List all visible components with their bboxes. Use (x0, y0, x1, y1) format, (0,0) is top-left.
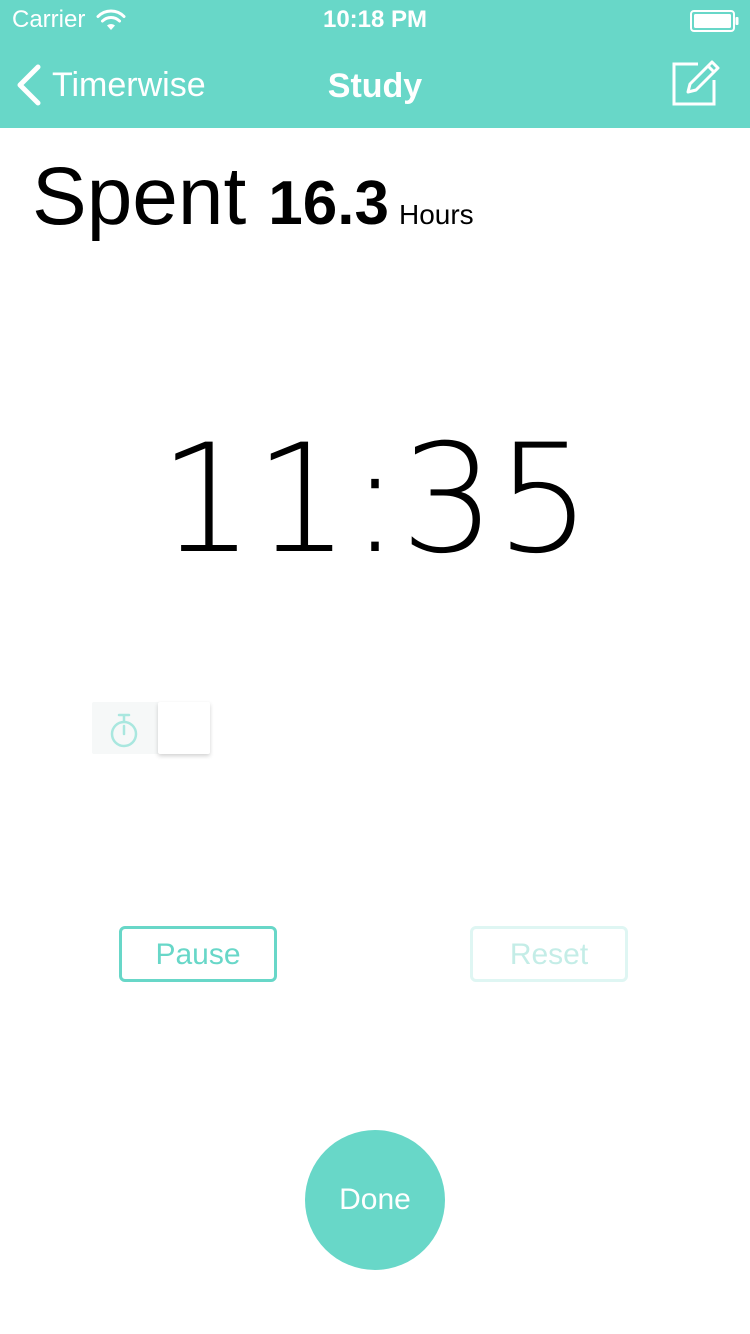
edit-button[interactable] (668, 56, 722, 110)
stopwatch-icon (110, 713, 138, 748)
spent-value: 16.3 (268, 169, 389, 238)
page-title: Study (327, 67, 423, 105)
reset-button[interactable]: Reset (470, 926, 628, 982)
header: Carrier 10:18 PM Timerwise Study (0, 0, 750, 128)
timer-display: 11:35 (158, 413, 592, 587)
done-button[interactable]: Done (305, 1130, 445, 1270)
nav-bar: Timerwise Study (0, 40, 750, 128)
toggle-knob[interactable] (158, 702, 210, 754)
compose-icon (672, 60, 720, 106)
battery-icon (690, 10, 739, 32)
status-time: 10:18 PM (322, 6, 428, 33)
timer-screen: Carrier 10:18 PM Timerwise Study Spent 1… (0, 0, 750, 1334)
spent-summary: Spent 16.3 Hours (32, 152, 474, 242)
spent-unit: Hours (398, 199, 474, 230)
spent-label: Spent (32, 151, 247, 242)
status-bar: Carrier 10:18 PM (0, 0, 750, 40)
pause-button[interactable]: Pause (119, 926, 277, 982)
